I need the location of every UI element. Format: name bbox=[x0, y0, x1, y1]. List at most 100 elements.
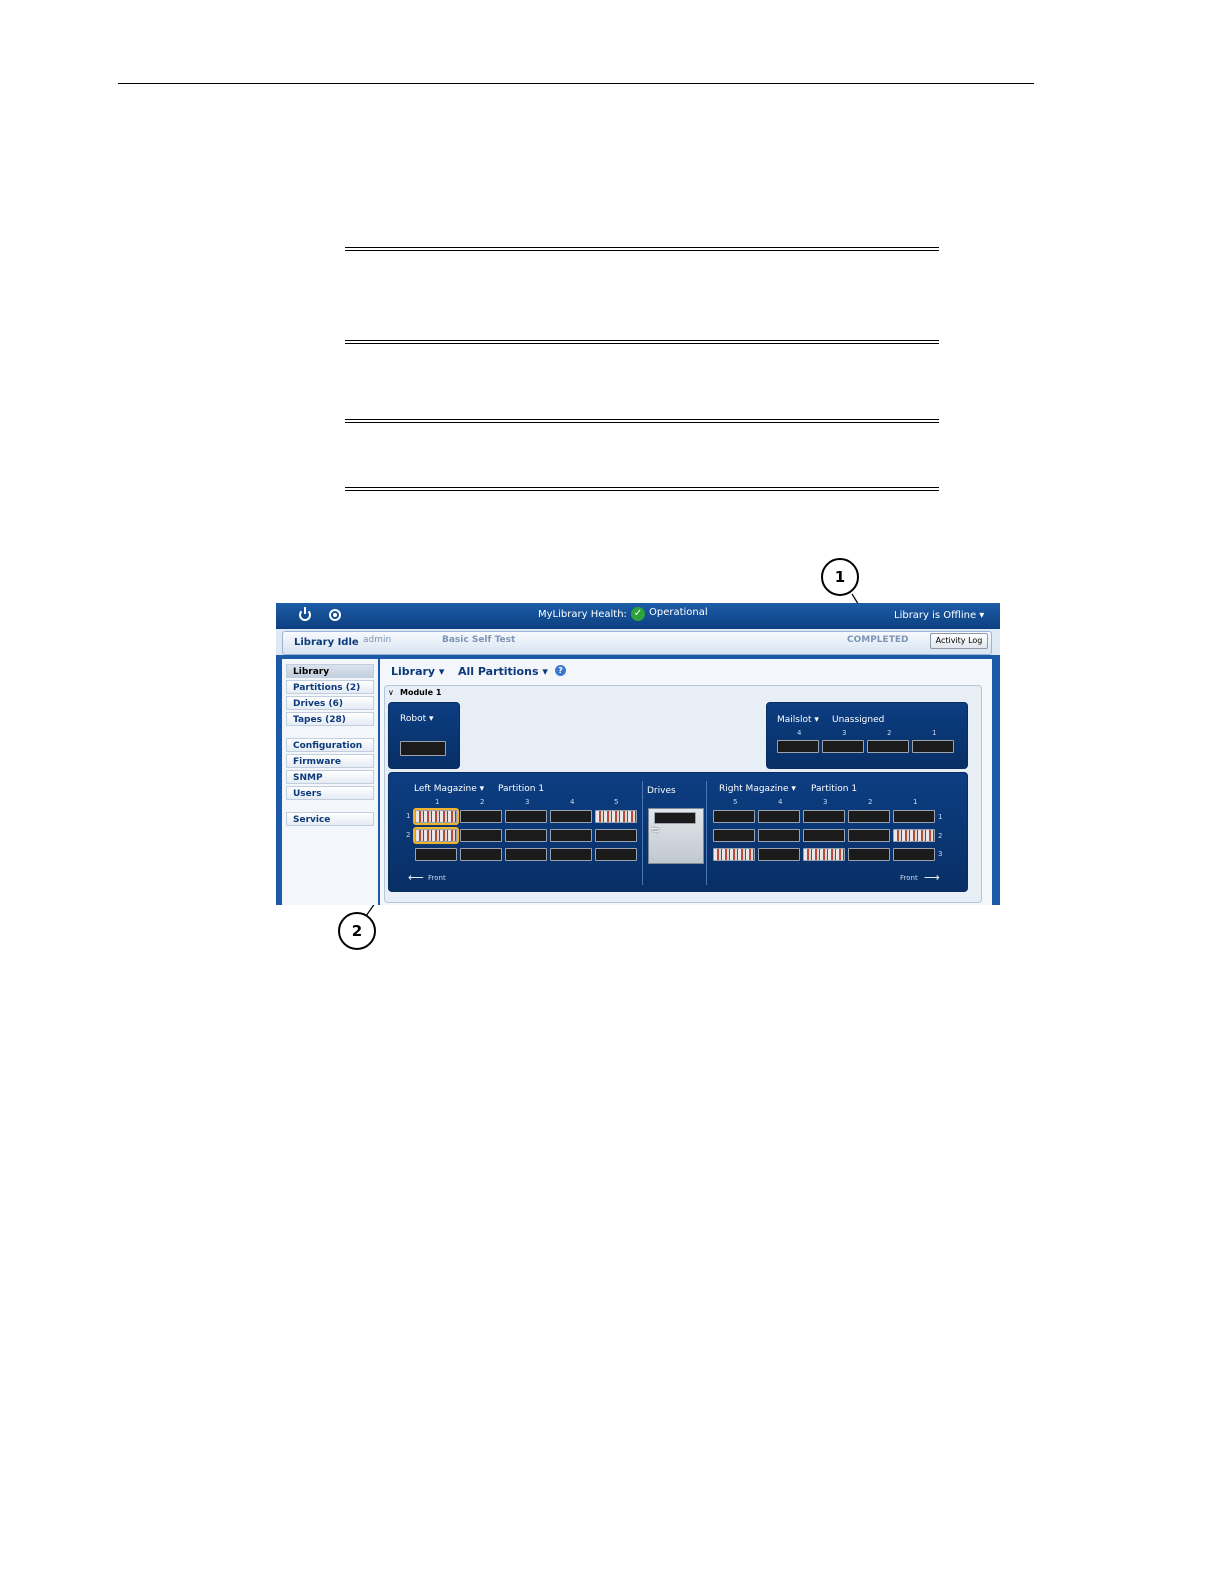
left-magazine-dropdown[interactable]: Left Magazine ▾ bbox=[414, 784, 484, 794]
left-slot-selected[interactable] bbox=[413, 827, 459, 844]
help-icon[interactable]: ? bbox=[555, 665, 566, 676]
left-slot[interactable] bbox=[505, 848, 547, 861]
right-slot[interactable] bbox=[758, 848, 800, 861]
right-slot[interactable] bbox=[893, 810, 935, 823]
locate-icon[interactable] bbox=[329, 609, 341, 621]
left-col-label: 5 bbox=[614, 798, 619, 806]
right-slot[interactable] bbox=[803, 829, 845, 842]
left-slot[interactable] bbox=[595, 829, 637, 842]
mailslot-col-label: 1 bbox=[932, 729, 937, 737]
right-col-label: 1 bbox=[913, 798, 918, 806]
left-slot[interactable] bbox=[595, 810, 637, 823]
sidebar-item-partitions[interactable]: Partitions (2) bbox=[286, 680, 374, 694]
current-operation: Basic Self Test bbox=[442, 635, 516, 645]
sidebar-item-tapes[interactable]: Tapes (28) bbox=[286, 712, 374, 726]
left-slot[interactable] bbox=[460, 810, 502, 823]
left-partition-label: Partition 1 bbox=[498, 784, 545, 794]
right-slot[interactable] bbox=[713, 848, 755, 861]
right-row-label: 1 bbox=[938, 813, 943, 821]
left-row-label: 1 bbox=[406, 812, 411, 820]
right-slot[interactable] bbox=[713, 810, 755, 823]
callout-1: 1 bbox=[821, 558, 859, 596]
health-label: MyLibrary Health: bbox=[538, 609, 627, 620]
right-slot[interactable] bbox=[713, 829, 755, 842]
left-slot[interactable] bbox=[550, 848, 592, 861]
callout-2: 2 bbox=[338, 912, 376, 950]
right-partition-label: Partition 1 bbox=[811, 784, 858, 794]
power-icon[interactable] bbox=[299, 607, 311, 621]
arrow-right-icon: ⟶ bbox=[924, 871, 940, 884]
mailslot-col-label: 4 bbox=[797, 729, 802, 737]
left-slot[interactable] bbox=[505, 810, 547, 823]
operational-check-icon: ✓ bbox=[631, 607, 645, 621]
left-col-label: 2 bbox=[480, 798, 485, 806]
mailslot-slot[interactable] bbox=[912, 740, 954, 753]
left-slot[interactable] bbox=[595, 848, 637, 861]
library-state: Library Idle bbox=[294, 637, 359, 648]
module-title: Module 1 bbox=[400, 688, 442, 697]
front-right-label: Front bbox=[900, 874, 918, 882]
mailslot-col-label: 3 bbox=[842, 729, 847, 737]
robot-slot[interactable] bbox=[400, 741, 446, 756]
left-col-label: 1 bbox=[435, 798, 440, 806]
right-row-label: 3 bbox=[938, 850, 943, 858]
sidebar-item-drives[interactable]: Drives (6) bbox=[286, 696, 374, 710]
robot-dropdown[interactable]: Robot ▾ bbox=[400, 714, 433, 724]
sidebar-item-users[interactable]: Users bbox=[286, 786, 374, 800]
left-slot[interactable] bbox=[460, 829, 502, 842]
left-slot[interactable] bbox=[505, 829, 547, 842]
right-slot[interactable] bbox=[848, 829, 890, 842]
right-slot[interactable] bbox=[758, 829, 800, 842]
top-rule bbox=[118, 83, 1034, 84]
library-status-dropdown[interactable]: Library is Offline ▾ bbox=[894, 610, 984, 621]
module-collapse-icon[interactable]: ∨ bbox=[388, 688, 394, 697]
sidebar-item-service[interactable]: Service bbox=[286, 812, 374, 826]
sidebar-item-snmp[interactable]: SNMP bbox=[286, 770, 374, 784]
mailslot-slot[interactable] bbox=[822, 740, 864, 753]
drives-label: Drives bbox=[647, 786, 676, 796]
right-slot[interactable] bbox=[848, 848, 890, 861]
left-row-label: 2 bbox=[406, 831, 411, 839]
right-magazine-dropdown[interactable]: Right Magazine ▾ bbox=[719, 784, 796, 794]
sidebar-item-configuration[interactable]: Configuration bbox=[286, 738, 374, 752]
double-rule-3 bbox=[345, 419, 939, 423]
left-slot[interactable] bbox=[460, 848, 502, 861]
library-dropdown[interactable]: Library ▾ bbox=[391, 665, 444, 678]
sidebar-item-firmware[interactable]: Firmware bbox=[286, 754, 374, 768]
double-rule-1 bbox=[345, 247, 939, 251]
right-slot[interactable] bbox=[803, 810, 845, 823]
mailslot-assignment: Unassigned bbox=[832, 715, 885, 725]
sidebar-item-library[interactable]: Library bbox=[286, 664, 374, 678]
swap-arrows-icon: ⇆ bbox=[651, 825, 660, 836]
mailslot-dropdown[interactable]: Mailslot ▾ bbox=[777, 715, 819, 725]
double-rule-2 bbox=[345, 340, 939, 344]
right-col-label: 5 bbox=[733, 798, 738, 806]
right-slot[interactable] bbox=[803, 848, 845, 861]
mailslot-slot[interactable] bbox=[777, 740, 819, 753]
right-slot[interactable] bbox=[893, 848, 935, 861]
operation-result: COMPLETED bbox=[847, 635, 909, 645]
left-slot[interactable] bbox=[550, 810, 592, 823]
left-slot[interactable] bbox=[415, 848, 457, 861]
robot-panel bbox=[388, 702, 460, 769]
left-col-label: 4 bbox=[570, 798, 575, 806]
left-slot-selected[interactable] bbox=[413, 808, 459, 825]
mailslot-slot[interactable] bbox=[867, 740, 909, 753]
partitions-dropdown[interactable]: All Partitions ▾ bbox=[458, 665, 548, 678]
drive-slot[interactable] bbox=[654, 812, 696, 824]
right-slot[interactable] bbox=[848, 810, 890, 823]
left-slot[interactable] bbox=[550, 829, 592, 842]
front-left-label: Front bbox=[428, 874, 446, 882]
right-slot[interactable] bbox=[758, 810, 800, 823]
right-row-label: 2 bbox=[938, 832, 943, 840]
divider bbox=[642, 781, 643, 885]
double-rule-4 bbox=[345, 487, 939, 491]
divider bbox=[706, 781, 707, 885]
right-col-label: 2 bbox=[868, 798, 873, 806]
left-col-label: 3 bbox=[525, 798, 530, 806]
mailslot-col-label: 2 bbox=[887, 729, 892, 737]
right-slot[interactable] bbox=[893, 829, 935, 842]
health-status: Operational bbox=[649, 607, 708, 618]
activity-log-button[interactable]: Activity Log bbox=[930, 633, 988, 649]
library-ui-screenshot: MyLibrary Health: ✓ Operational Library … bbox=[276, 603, 1000, 905]
